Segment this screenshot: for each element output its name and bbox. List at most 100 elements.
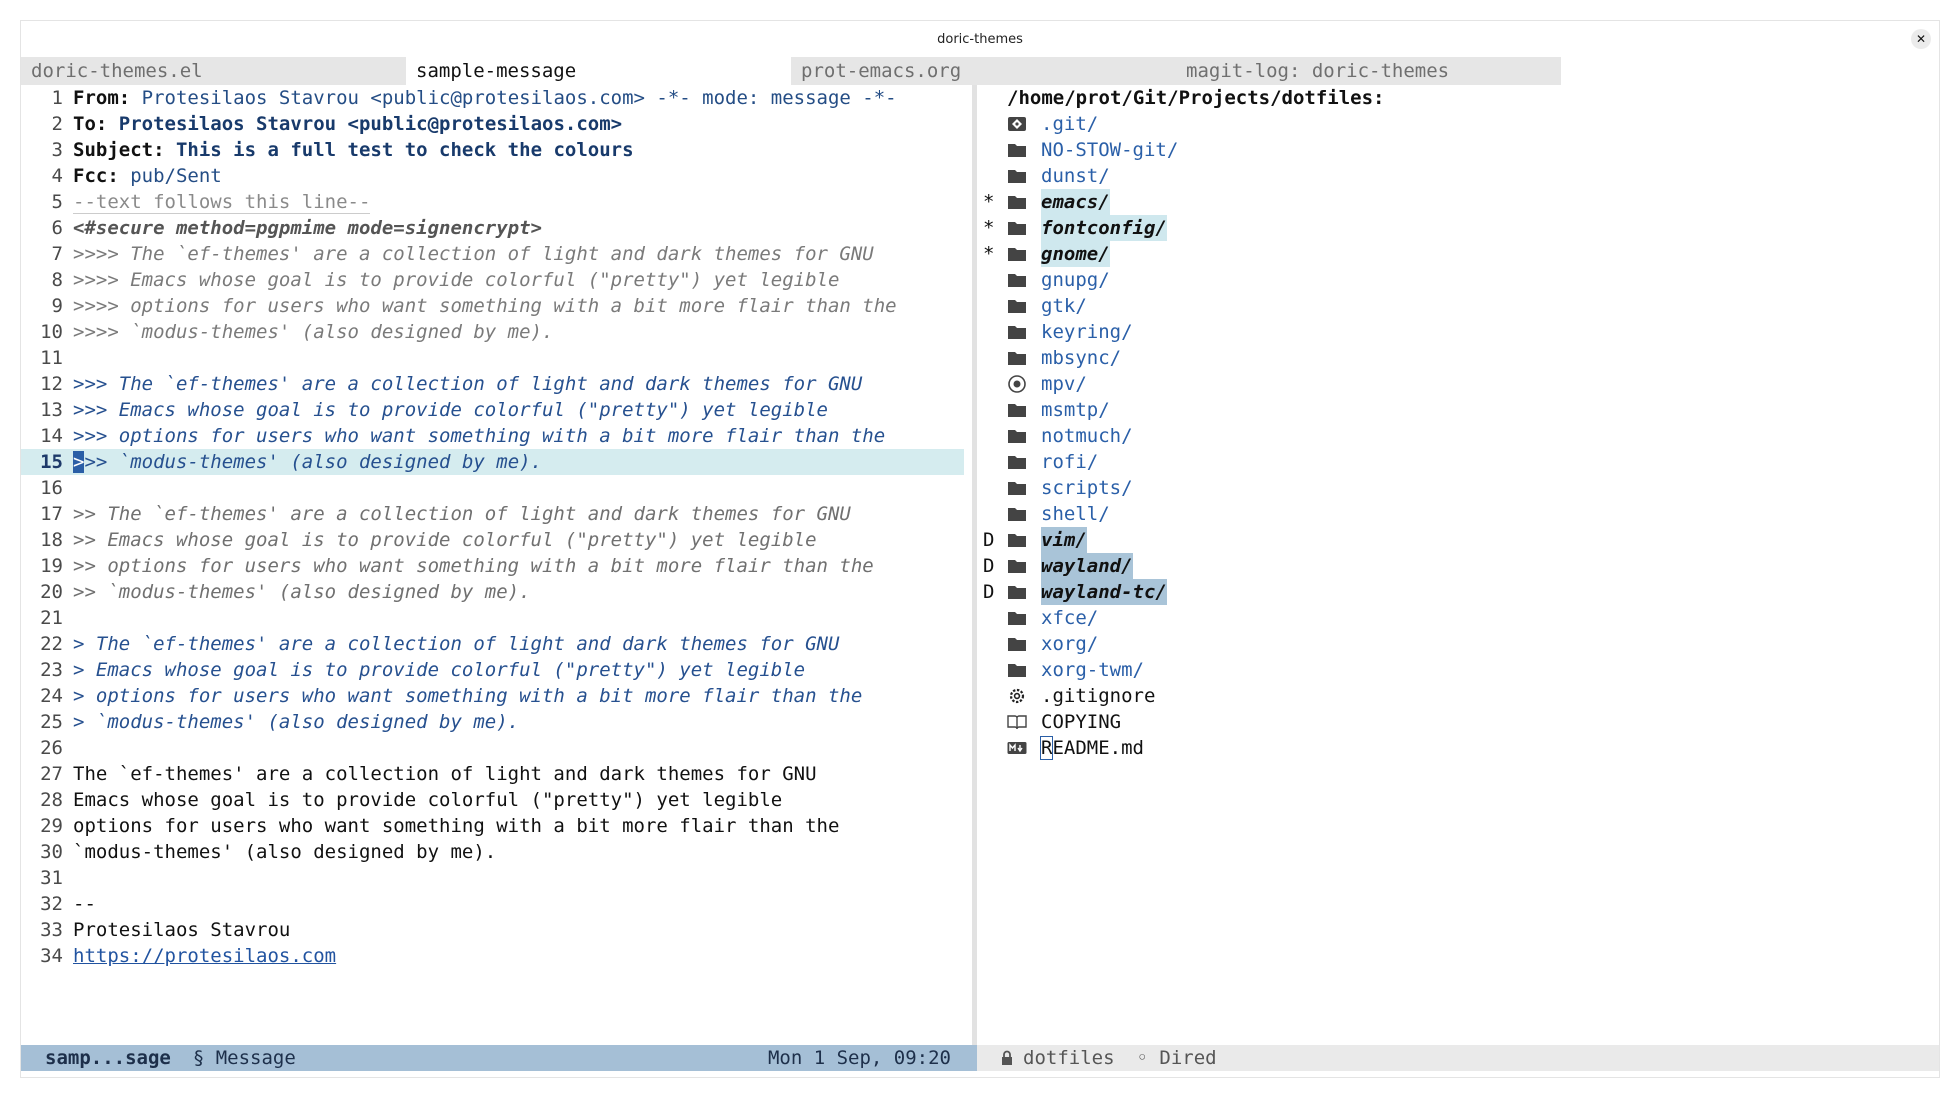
emacs-frame: doric-themes ✕ doric-themes.el sample-me… [20,20,1940,1078]
dired-entry-name[interactable]: README.md [1039,735,1144,761]
dired-entry[interactable]: rofi/ [977,449,1939,475]
dired-entry-name[interactable]: dunst/ [1041,163,1110,189]
dired-window[interactable]: /home/prot/Git/Projects/dotfiles: .git/NO… [977,85,1939,1045]
dired-entry[interactable]: dunst/ [977,163,1939,189]
modeline-buffer-name: samp...sage [45,1047,171,1069]
dired-entry-name[interactable]: wayland/ [1041,553,1133,579]
dired-entry[interactable]: msmtp/ [977,397,1939,423]
message-window[interactable]: 1 From: Protesilaos Stavrou <public@prote… [21,85,972,1045]
line-text: > Emacs whose goal is to provide colorfu… [73,657,805,683]
dired-entry[interactable]: xfce/ [977,605,1939,631]
dired-entry[interactable]: .git/ [977,111,1939,137]
dired-entry[interactable]: xorg-twm/ [977,657,1939,683]
dired-entry[interactable]: Dwayland/ [977,553,1939,579]
dired-mark: D [983,581,995,603]
dired-entry-name[interactable]: notmuch/ [1041,423,1133,449]
buffer-line: 10 >>>> `modus-themes' (also designed by … [21,319,972,345]
line-content: The `ef-themes' are a collection of ligh… [73,763,817,785]
buffer-line: 2 To: Protesilaos Stavrou <public@protesi… [21,111,972,137]
dired-entry-name[interactable]: rofi/ [1041,449,1098,475]
tab-sample-message[interactable]: sample-message [406,57,791,85]
dired-entry[interactable]: * emacs/ [977,189,1939,215]
line-number: 24 [40,685,63,707]
line-content: >>> Emacs whose goal is to provide color… [73,399,828,421]
modeline-dired[interactable]: dotfiles ◦ Dired [977,1045,1939,1071]
line-content: >> `modus-themes' (also designed by me). [73,581,531,603]
folder-icon [1007,142,1041,158]
text-cursor: > [73,451,85,473]
dired-entry-name[interactable]: xorg-twm/ [1041,657,1144,683]
dired-entry-name[interactable]: keyring/ [1041,319,1133,345]
signature-link[interactable]: https://protesilaos.com [73,945,336,967]
dired-entry-name[interactable]: gtk/ [1041,293,1087,319]
buffer-line: 7 >>>> The `ef-themes' are a collection o… [21,241,972,267]
line-text: >>> Emacs whose goal is to provide color… [73,397,828,423]
line-number: 34 [40,945,63,967]
dired-entry[interactable]: mbsync/ [977,345,1939,371]
line-content: >> The `ef-themes' are a collection of l… [73,503,851,525]
dired-entry-name[interactable]: gnupg/ [1041,267,1110,293]
dired-entry-name[interactable]: xfce/ [1041,605,1098,631]
dired-entry-name[interactable]: xorg/ [1041,631,1098,657]
dired-entry-name[interactable]: vim/ [1041,527,1087,553]
buffer-line: 34 https://protesilaos.com [21,943,972,969]
dired-entry[interactable]: NO-STOW-git/ [977,137,1939,163]
line-number: 32 [40,893,63,915]
dired-entry[interactable]: xorg/ [977,631,1939,657]
dired-entry[interactable]: Dvim/ [977,527,1939,553]
line-number: 21 [40,607,63,629]
buffer-line: 11 [21,345,972,371]
dired-entry[interactable]: Dwayland-tc/ [977,579,1939,605]
dired-entry[interactable]: scripts/ [977,475,1939,501]
dired-entry[interactable]: gtk/ [977,293,1939,319]
dired-entry-name[interactable]: msmtp/ [1041,397,1110,423]
dired-entry[interactable]: gnupg/ [977,267,1939,293]
tab-prot-emacs-org[interactable]: prot-emacs.org [791,57,1176,85]
dired-entry[interactable]: .gitignore [977,683,1939,709]
book-icon [1007,714,1041,730]
folder-icon [1007,298,1041,314]
buffer-line: 29 options for users who want something w… [21,813,972,839]
buffer-line: 9 >>>> options for users who want somethi… [21,293,972,319]
modeline-message[interactable]: samp...sage § Message Mon 1 Sep, 09:20 [21,1045,977,1071]
dired-entry-name[interactable]: wayland-tc/ [1041,579,1167,605]
line-text: >>> options for users who want something… [73,423,885,449]
tab-doric-themes-el[interactable]: doric-themes.el [21,57,406,85]
buffer-line: 18 >> Emacs whose goal is to provide colo… [21,527,972,553]
line-content: >>>> options for users who want somethin… [73,295,897,317]
line-number: 20 [40,581,63,603]
dired-entry-name[interactable]: fontconfig/ [1041,215,1167,241]
modeline-time: Mon 1 Sep, 09:20 [767,1047,951,1069]
dired-entry-name[interactable]: mbsync/ [1041,345,1121,371]
dired-entry[interactable]: mpv/ [977,371,1939,397]
buffer-line: 32 -- [21,891,972,917]
dired-entry[interactable]: * fontconfig/ [977,215,1939,241]
dired-entry[interactable]: * gnome/ [977,241,1939,267]
dired-entry-name[interactable]: .git/ [1041,111,1098,137]
line-content: > options for users who want something w… [73,685,863,707]
header-field-name: From: [73,87,131,109]
line-number: 9 [51,295,63,317]
dired-entry[interactable]: keyring/ [977,319,1939,345]
dired-entry-name[interactable]: NO-STOW-git/ [1041,137,1178,163]
line-text: Fcc: pub/Sent [73,163,222,189]
dired-entry-name[interactable]: mpv/ [1041,371,1087,397]
folder-icon [1007,480,1041,496]
dired-entry-name[interactable]: COPYING [1041,709,1121,735]
dired-entry[interactable]: shell/ [977,501,1939,527]
dired-entry-name[interactable]: .gitignore [1041,683,1155,709]
dired-entry[interactable]: README.md [977,735,1939,761]
tab-magit-log[interactable]: magit-log: doric-themes [1176,57,1561,85]
dired-entry-name[interactable]: gnome/ [1041,241,1110,267]
line-text: >>>> `modus-themes' (also designed by me… [73,319,553,345]
folder-icon [1007,220,1041,236]
dired-entry-name[interactable]: scripts/ [1041,475,1133,501]
line-number: 7 [51,243,63,265]
header-field-name: To: [73,113,108,135]
dired-entry[interactable]: COPYING [977,709,1939,735]
dired-entry-name[interactable]: shell/ [1041,501,1110,527]
close-button[interactable]: ✕ [1911,29,1931,49]
dired-entry[interactable]: notmuch/ [977,423,1939,449]
buffer-line: 26 [21,735,972,761]
dired-entry-name[interactable]: emacs/ [1041,189,1110,215]
